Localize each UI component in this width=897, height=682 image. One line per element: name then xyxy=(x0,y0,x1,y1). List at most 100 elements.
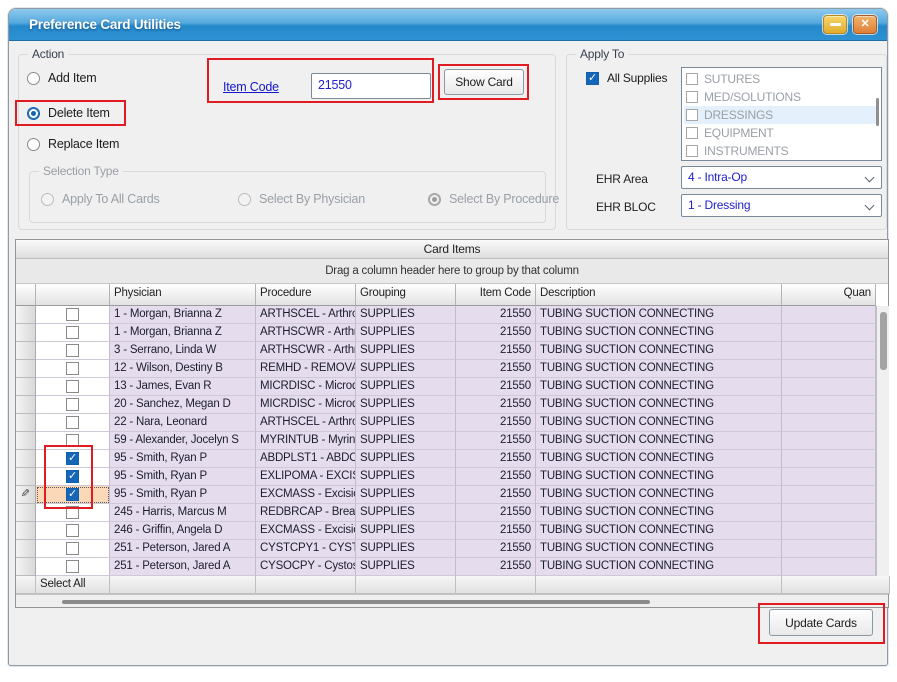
show-card-button[interactable]: Show Card xyxy=(444,69,524,95)
select-all-button[interactable]: Select All xyxy=(36,576,110,594)
add-item-radio-icon[interactable] xyxy=(27,72,40,85)
apply-all-cards-radio-icon[interactable] xyxy=(41,193,54,206)
row-checkbox[interactable] xyxy=(66,362,79,375)
radio-select-by-physician[interactable]: Select By Physician xyxy=(238,192,365,206)
row-checkbox-cell[interactable] xyxy=(36,450,110,468)
table-row[interactable]: 12 - Wilson, Destiny BREMHD - REMOVASUPP… xyxy=(16,360,890,378)
header-grouping[interactable]: Grouping xyxy=(356,284,456,306)
row-checkbox-cell[interactable] xyxy=(36,432,110,450)
ehr-area-select[interactable]: 4 - Intra-Op xyxy=(681,166,882,189)
table-row[interactable]: 22 - Nara, LeonardARTHSCEL - ArthrosSUPP… xyxy=(16,414,890,432)
table-row[interactable]: 245 - Harris, Marcus MREDBRCAP - BreastS… xyxy=(16,504,890,522)
grid-cell: 95 - Smith, Ryan P xyxy=(110,486,256,504)
supply-checkbox[interactable] xyxy=(686,109,698,121)
row-checkbox-cell[interactable] xyxy=(36,396,110,414)
row-checkbox-cell[interactable] xyxy=(36,342,110,360)
select-all-row[interactable]: Select All xyxy=(16,576,890,594)
row-checkbox-cell[interactable] xyxy=(36,486,110,504)
table-row[interactable]: 251 - Peterson, Jared ACYSOCPY - Cystosc… xyxy=(16,558,890,576)
radio-replace-item[interactable]: Replace Item xyxy=(27,137,119,151)
minimize-button[interactable] xyxy=(823,15,847,34)
delete-item-radio-icon[interactable] xyxy=(27,107,40,120)
header-procedure[interactable]: Procedure xyxy=(256,284,356,306)
row-checkbox[interactable] xyxy=(66,434,79,447)
item-code-input[interactable]: 21550 xyxy=(311,73,431,99)
row-checkbox[interactable] xyxy=(66,506,79,519)
row-checkbox-cell[interactable] xyxy=(36,522,110,540)
table-row[interactable]: 20 - Sanchez, Megan DMICRDISC - Microdis… xyxy=(16,396,890,414)
row-checkbox-cell[interactable] xyxy=(36,360,110,378)
row-checkbox-cell[interactable] xyxy=(36,414,110,432)
group-by-hint-bar[interactable]: Drag a column header here to group by th… xyxy=(16,259,888,284)
row-checkbox[interactable] xyxy=(66,398,79,411)
radio-add-item[interactable]: Add Item xyxy=(27,71,96,85)
supply-item[interactable]: SUTURES xyxy=(684,70,879,88)
supply-item[interactable]: INSTRUMENTS xyxy=(684,142,879,160)
header-checkbox[interactable] xyxy=(36,284,110,306)
horizontal-scrollbar[interactable] xyxy=(16,594,888,607)
table-row[interactable]: 1 - Morgan, Brianna ZARTHSCEL - ArthrosS… xyxy=(16,306,890,324)
row-checkbox-cell[interactable] xyxy=(36,504,110,522)
supply-item[interactable]: MED/SOLUTIONS xyxy=(684,88,879,106)
row-checkbox[interactable] xyxy=(66,326,79,339)
row-checkbox[interactable] xyxy=(66,344,79,357)
row-checkbox[interactable] xyxy=(66,452,79,465)
row-checkbox-cell[interactable] xyxy=(36,324,110,342)
header-description[interactable]: Description xyxy=(536,284,782,306)
supply-checkbox[interactable] xyxy=(686,127,698,139)
row-checkbox[interactable] xyxy=(66,560,79,573)
table-row[interactable]: 95 - Smith, Ryan PABDPLST1 - ABDOISUPPLI… xyxy=(16,450,890,468)
table-row[interactable]: 246 - Griffin, Angela DEXCMASS - Excisio… xyxy=(16,522,890,540)
radio-apply-all-cards[interactable]: Apply To All Cards xyxy=(41,192,160,206)
row-checkbox[interactable] xyxy=(66,542,79,555)
vertical-scrollbar-thumb[interactable] xyxy=(880,312,887,370)
item-code-link[interactable]: Item Code xyxy=(223,80,279,94)
select-all-filler xyxy=(782,576,890,594)
row-checkbox[interactable] xyxy=(66,308,79,321)
table-row[interactable]: 13 - James, Evan RMICRDISC - MicrodisSUP… xyxy=(16,378,890,396)
table-row[interactable]: 59 - Alexander, Jocelyn SMYRINTUB - Myri… xyxy=(16,432,890,450)
grid-cell: SUPPLIES xyxy=(356,432,456,450)
ehr-bloc-select[interactable]: 1 - Dressing xyxy=(681,194,882,217)
table-row[interactable]: 251 - Peterson, Jared ACYSTCPY1 - CYSTOS… xyxy=(16,540,890,558)
supply-checkbox[interactable] xyxy=(686,145,698,157)
supply-checkbox[interactable] xyxy=(686,73,698,85)
table-row[interactable]: 1 - Morgan, Brianna ZARTHSCWR - ArthroSU… xyxy=(16,324,890,342)
all-supplies-checkbox[interactable] xyxy=(586,72,599,85)
table-row[interactable]: 95 - Smith, Ryan PEXLIPOMA - EXCISISUPPL… xyxy=(16,468,890,486)
row-checkbox[interactable] xyxy=(66,416,79,429)
row-checkbox[interactable] xyxy=(66,524,79,537)
update-cards-button[interactable]: Update Cards xyxy=(769,609,873,636)
table-row[interactable]: ✎95 - Smith, Ryan PEXCMASS - ExcisionSUP… xyxy=(16,486,890,504)
row-checkbox-cell[interactable] xyxy=(36,558,110,576)
header-item-code[interactable]: Item Code xyxy=(456,284,536,306)
select-by-procedure-radio-icon[interactable] xyxy=(428,193,441,206)
selection-type-group-label: Selection Type xyxy=(39,164,123,178)
radio-select-by-procedure[interactable]: Select By Procedure xyxy=(428,192,559,206)
row-checkbox[interactable] xyxy=(66,380,79,393)
horizontal-scrollbar-thumb[interactable] xyxy=(62,600,650,604)
row-checkbox-cell[interactable] xyxy=(36,306,110,324)
supply-item[interactable]: EQUIPMENT xyxy=(684,124,879,142)
radio-delete-item[interactable]: Delete Item xyxy=(27,106,110,120)
header-physician[interactable]: Physician xyxy=(110,284,256,306)
row-checkbox[interactable] xyxy=(66,488,79,501)
row-checkbox-cell[interactable] xyxy=(36,378,110,396)
all-supplies-checkbox-row[interactable]: All Supplies xyxy=(586,71,667,85)
supplies-listbox[interactable]: SUTURESMED/SOLUTIONSDRESSINGSEQUIPMENTIN… xyxy=(681,67,882,161)
close-button[interactable]: ✕ xyxy=(853,15,877,34)
replace-item-radio-icon[interactable] xyxy=(27,138,40,151)
supply-item[interactable]: DRESSINGS xyxy=(684,106,879,124)
grid-cell: SUPPLIES xyxy=(356,540,456,558)
grid-cell: 246 - Griffin, Angela D xyxy=(110,522,256,540)
row-checkbox-cell[interactable] xyxy=(36,540,110,558)
select-by-physician-radio-icon[interactable] xyxy=(238,193,251,206)
vertical-scrollbar[interactable] xyxy=(876,306,889,576)
row-checkbox-cell[interactable] xyxy=(36,468,110,486)
table-row[interactable]: 3 - Serrano, Linda WARTHSCWR - ArthroSUP… xyxy=(16,342,890,360)
grid-cell xyxy=(782,396,876,414)
supply-checkbox[interactable] xyxy=(686,91,698,103)
row-checkbox[interactable] xyxy=(66,470,79,483)
header-quantity[interactable]: Quan xyxy=(782,284,876,306)
supplies-scrollbar-thumb[interactable] xyxy=(876,98,879,126)
